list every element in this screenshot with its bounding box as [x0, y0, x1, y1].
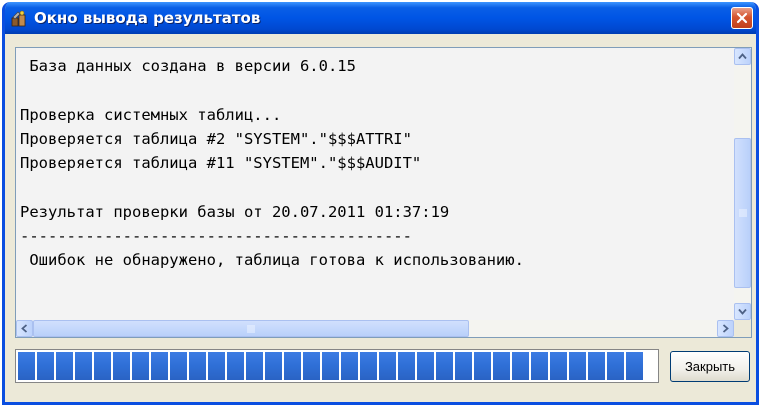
progress-block — [75, 352, 92, 380]
progress-block — [132, 352, 149, 380]
progress-block — [588, 352, 605, 380]
progress-block — [436, 352, 453, 380]
progress-block — [379, 352, 396, 380]
window-title: Окно вывода результатов — [34, 9, 261, 27]
horizontal-scrollbar[interactable] — [16, 320, 734, 337]
output-line: Ошибок не обнаружено, таблица готова к и… — [20, 251, 524, 270]
scrollbar-corner — [734, 320, 751, 337]
progress-fill — [18, 352, 656, 380]
output-line: База данных создана в версии 6.0.15 — [20, 57, 356, 75]
progress-block — [94, 352, 111, 380]
progress-block — [569, 352, 586, 380]
grip-icon — [738, 209, 747, 217]
progress-block — [607, 352, 624, 380]
title-bar[interactable]: Окно вывода результатов — [5, 2, 756, 34]
progress-block — [151, 352, 168, 380]
scroll-up-button[interactable] — [734, 48, 751, 65]
output-line: Проверяется таблица #2 "SYSTEM"."$$$ATTR… — [20, 129, 412, 148]
progress-block — [246, 352, 263, 380]
progress-bar — [15, 349, 659, 383]
output-text: База данных создана в версии 6.0.15 Прове… — [20, 54, 730, 314]
progress-block — [360, 352, 377, 380]
output-line: Проверка системных таблиц... — [20, 105, 282, 124]
database-app-icon — [10, 9, 28, 27]
arrow-right-icon — [722, 324, 729, 333]
close-icon — [736, 12, 748, 24]
window-close-button[interactable] — [731, 7, 753, 29]
scroll-right-button[interactable] — [717, 320, 734, 337]
progress-block — [550, 352, 567, 380]
arrow-left-icon — [21, 324, 28, 333]
progress-block — [341, 352, 358, 380]
progress-block — [18, 352, 35, 380]
progress-block — [474, 352, 491, 380]
progress-block — [265, 352, 282, 380]
arrow-up-icon — [738, 53, 747, 60]
scroll-left-button[interactable] — [16, 320, 33, 337]
output-text-area[interactable]: База данных создана в версии 6.0.15 Прове… — [15, 47, 752, 338]
progress-block — [322, 352, 339, 380]
output-line: Результат проверки базы от 20.07.2011 01… — [20, 202, 450, 221]
progress-block — [227, 352, 244, 380]
progress-block — [455, 352, 472, 380]
progress-block — [417, 352, 434, 380]
progress-block — [303, 352, 320, 380]
progress-block — [626, 352, 643, 380]
progress-block — [531, 352, 548, 380]
progress-block — [398, 352, 415, 380]
close-button[interactable]: Закрыть — [670, 351, 750, 382]
vertical-scrollbar[interactable] — [734, 48, 751, 320]
progress-block — [512, 352, 529, 380]
arrow-down-icon — [738, 308, 747, 315]
grip-icon — [247, 324, 255, 333]
progress-block — [37, 352, 54, 380]
vertical-scroll-thumb[interactable] — [734, 138, 751, 288]
horizontal-scroll-thumb[interactable] — [33, 320, 469, 337]
output-line: Проверяется таблица #11 "SYSTEM"."$$$AUD… — [20, 154, 422, 173]
progress-block — [189, 352, 206, 380]
progress-block — [113, 352, 130, 380]
results-window: Окно вывода результатов База данных созд… — [2, 2, 759, 405]
progress-block — [56, 352, 73, 380]
progress-block — [170, 352, 187, 380]
progress-block — [284, 352, 301, 380]
output-line: ----------------------------------------… — [20, 227, 412, 246]
progress-block — [493, 352, 510, 380]
progress-block — [208, 352, 225, 380]
scroll-down-button[interactable] — [734, 303, 751, 320]
